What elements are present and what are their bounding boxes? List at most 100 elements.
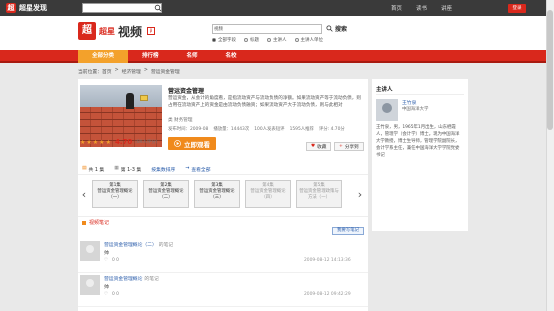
radio-dot-icon [212, 38, 216, 42]
meta-score: 评分: 4.70分 [318, 127, 345, 132]
radio-dot-icon [267, 38, 271, 42]
star-icon: ★ [80, 138, 86, 146]
top-link-home[interactable]: 首页 [391, 4, 402, 12]
star-icon: ★ [92, 138, 99, 146]
scrollbar-thumb[interactable] [547, 10, 553, 130]
radio-speaker-org[interactable]: 主讲人单位 [294, 37, 323, 43]
meta-comments: 100人发表短评 [254, 127, 285, 132]
avatar[interactable] [80, 275, 100, 295]
tab-sort[interactable]: 按集数排序 [151, 166, 175, 173]
episode-part: （二） [159, 195, 173, 200]
breadcrumb-home[interactable]: 当前位置：首页 [78, 68, 112, 75]
share-label: 分享到 [344, 144, 359, 150]
site-header: 超 超星 视频 β 视频 搜索 全部字段 标题 主讲人 主讲人单位 [0, 16, 546, 50]
episode-card-5[interactable]: 第5集 营运资金管理政策与 方法（一） [296, 180, 342, 208]
top-link-lectures[interactable]: 讲座 [441, 4, 452, 12]
note-author[interactable]: 帅 [104, 283, 109, 290]
carousel-next-icon[interactable]: › [356, 186, 364, 204]
note-suffix: 的笔记 [144, 277, 159, 282]
speaker-panel: 主讲人 王竹泉 中国海洋大学 王竹泉，男，1965年1月出生，山东栖霞人，管理学… [372, 79, 468, 231]
heart-icon: ♥ [311, 144, 316, 149]
radio-title[interactable]: 标题 [244, 37, 259, 43]
carousel-prev-icon[interactable]: ‹ [80, 186, 88, 204]
tab-episode-count[interactable]: ▤ 共 1 集 [82, 166, 104, 173]
speaker-org[interactable]: 中国海洋大学 [402, 106, 428, 112]
episode-card-3[interactable]: 第3集 营运资金管理概论 （三） [194, 180, 240, 208]
episode-tabs: ▤ 共 1 集 ▦ 第 1-3 集 按集数排序 → 查看全部 [78, 164, 368, 175]
nav-schools[interactable]: 名校 [212, 50, 251, 63]
grid-icon: ▦ [114, 165, 119, 171]
notes-header: 视频笔记 [78, 216, 368, 228]
tab-label: 共 1 集 [88, 167, 105, 173]
collect-button[interactable]: ♥ 收藏 [306, 142, 332, 151]
site-logo[interactable]: 超 超星发现 [6, 3, 47, 13]
speaker-avatar[interactable] [376, 99, 398, 121]
note-title[interactable]: 营运资金管理概论 的笔记 [104, 275, 159, 282]
note-stats: ♡ 0 0 [104, 292, 119, 297]
note-counts: 0 0 [111, 292, 119, 297]
video-description: 营运资金，从会计的角度看，是指流动资产与流动负债的净额。如果流动资产等于流动负债… [168, 96, 361, 108]
star-icon: ★ [99, 138, 105, 146]
site-logo-icon: 超 [6, 3, 16, 13]
search-button[interactable]: 搜索 [326, 23, 347, 34]
nav-ranking[interactable]: 排行榜 [128, 50, 173, 63]
tab-view-all[interactable]: → 查看全部 [185, 166, 210, 173]
login-button[interactable]: 登录 [508, 4, 526, 13]
radio-dot-icon [294, 38, 299, 42]
note-video-link[interactable]: 营运资金管理概论（二） [104, 243, 157, 248]
video-search-input[interactable] [235, 26, 315, 33]
note-item: 营运资金管理概论 的笔记 帅 ♡ 0 0 2009-08-12 09:42:29 [78, 271, 368, 307]
video-detail-panel: 营运资金管理 营运资金，从会计的角度看，是指流动资产与流动负债的净额。如果流动资… [78, 79, 368, 311]
rating-score: 4.70 [114, 138, 133, 146]
speaker-bio: 王竹泉，男，1965年1月出生，山东栖霞人，管理学（会计学）博士。现为中国海洋大… [376, 125, 460, 158]
brand-logo[interactable]: 超 超星 视频 β [78, 22, 156, 40]
top-link-books[interactable]: 读书 [416, 4, 427, 12]
episode-card-4[interactable]: 第4集 营运资金管理概论 （四） [245, 180, 291, 208]
note-title[interactable]: 营运资金管理概论（二） 的笔记 [104, 241, 173, 248]
play-now-button[interactable]: 立即观看 [168, 137, 216, 150]
tab-episode-range[interactable]: ▦ 第 1-3 集 [114, 166, 141, 173]
note-suffix: 的笔记 [158, 243, 174, 248]
top-search-input[interactable] [82, 3, 162, 13]
section-marker-icon [82, 220, 86, 225]
nav-teachers[interactable]: 名师 [173, 50, 212, 63]
note-author[interactable]: 帅 [104, 249, 109, 256]
breadcrumb-separator: > [143, 68, 148, 73]
speaker-name[interactable]: 王竹泉 [402, 99, 416, 106]
episode-card-2[interactable]: 第2集 营运资金管理概论 （二） [143, 180, 189, 208]
like-icon[interactable]: ♡ [104, 258, 108, 263]
tab-label: 查看全部 [191, 167, 211, 173]
tab-label: 第 1-3 集 [120, 167, 142, 173]
note-counts: 0 0 [111, 258, 119, 263]
meta-publish-date: 发布时间：2009-08 [168, 127, 209, 132]
radio-label: 标题 [250, 38, 259, 43]
search-icon [326, 25, 333, 32]
brand-mark-icon: 超 [78, 22, 96, 40]
add-note-button[interactable]: 我要写笔记 [332, 227, 364, 235]
search-scope-select[interactable]: 视频 [214, 26, 232, 33]
brand-small-text: 超星 [99, 26, 115, 36]
main-nav: 全部分类 排行榜 名师 名校 [0, 50, 546, 63]
avatar[interactable] [80, 241, 100, 261]
scrollbar[interactable] [546, 0, 554, 311]
episode-part: （一） [108, 195, 122, 200]
top-bar: 超 超星发现 首页 读书 讲座 登录 [0, 0, 546, 16]
breadcrumb-category[interactable]: 经济管理 [122, 68, 141, 75]
nav-all-categories[interactable]: 全部分类 [78, 50, 129, 63]
video-title: 营运资金管理 [168, 88, 205, 95]
episode-card-1[interactable]: 第1集 营运资金管理概论 （一） [92, 180, 138, 208]
like-icon[interactable]: ♡ [104, 292, 108, 297]
note-video-link[interactable]: 营运资金管理概论 [104, 277, 142, 282]
note-time: 2009-08-12 14:13:36 [304, 258, 351, 263]
episode-part: 方法（一） [308, 195, 330, 200]
breadcrumb-current: 营运资金管理 [150, 70, 180, 75]
episode-part: （四） [261, 195, 275, 200]
search-button-label: 搜索 [335, 26, 348, 33]
radio-speaker[interactable]: 主讲人 [267, 37, 287, 43]
share-button[interactable]: + 分享到 [334, 142, 364, 151]
search-icon[interactable] [154, 3, 162, 13]
radio-all-fields[interactable]: 全部字段 [212, 37, 236, 43]
list-icon: ▤ [82, 165, 87, 171]
video-meta: 发布时间：2009-08 播放量：14443次 100人发表短评 1595人推荐… [168, 126, 345, 132]
video-category[interactable]: 类 财务管理 [168, 117, 192, 123]
